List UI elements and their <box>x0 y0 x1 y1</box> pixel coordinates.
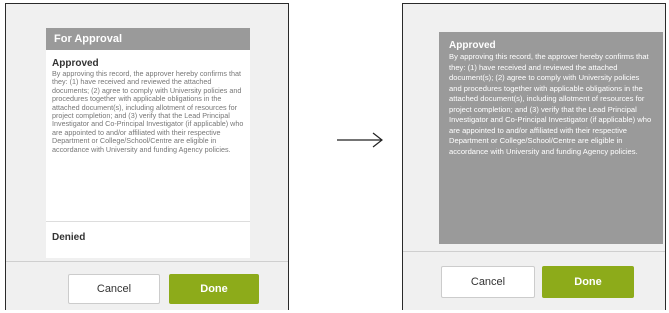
option-approved-selected[interactable]: Approved By approving this record, the a… <box>439 32 663 244</box>
option-denied[interactable]: Denied <box>52 232 85 243</box>
done-button[interactable]: Done <box>169 274 259 304</box>
done-button[interactable]: Done <box>542 266 634 298</box>
option-approved-title: Approved <box>52 58 99 69</box>
footer-divider <box>403 251 665 252</box>
option-approved-description: By approving this record, the approver h… <box>449 52 652 156</box>
footer-divider <box>6 261 288 262</box>
option-approved-title: Approved <box>449 40 496 51</box>
option-approved-description: By approving this record, the approver h… <box>52 69 244 154</box>
approval-options-list: For Approval Approved By approving this … <box>46 28 250 258</box>
before-panel: For Approval Approved By approving this … <box>5 3 289 310</box>
option-divider <box>46 221 250 222</box>
arrow-right-icon <box>337 132 383 148</box>
list-header: For Approval <box>46 28 250 50</box>
cancel-button[interactable]: Cancel <box>68 274 160 304</box>
comparison-canvas: For Approval Approved By approving this … <box>0 0 669 313</box>
option-approved[interactable]: Approved By approving this record, the a… <box>46 50 250 154</box>
cancel-button[interactable]: Cancel <box>441 266 535 298</box>
after-panel: Approved By approving this record, the a… <box>402 3 666 310</box>
